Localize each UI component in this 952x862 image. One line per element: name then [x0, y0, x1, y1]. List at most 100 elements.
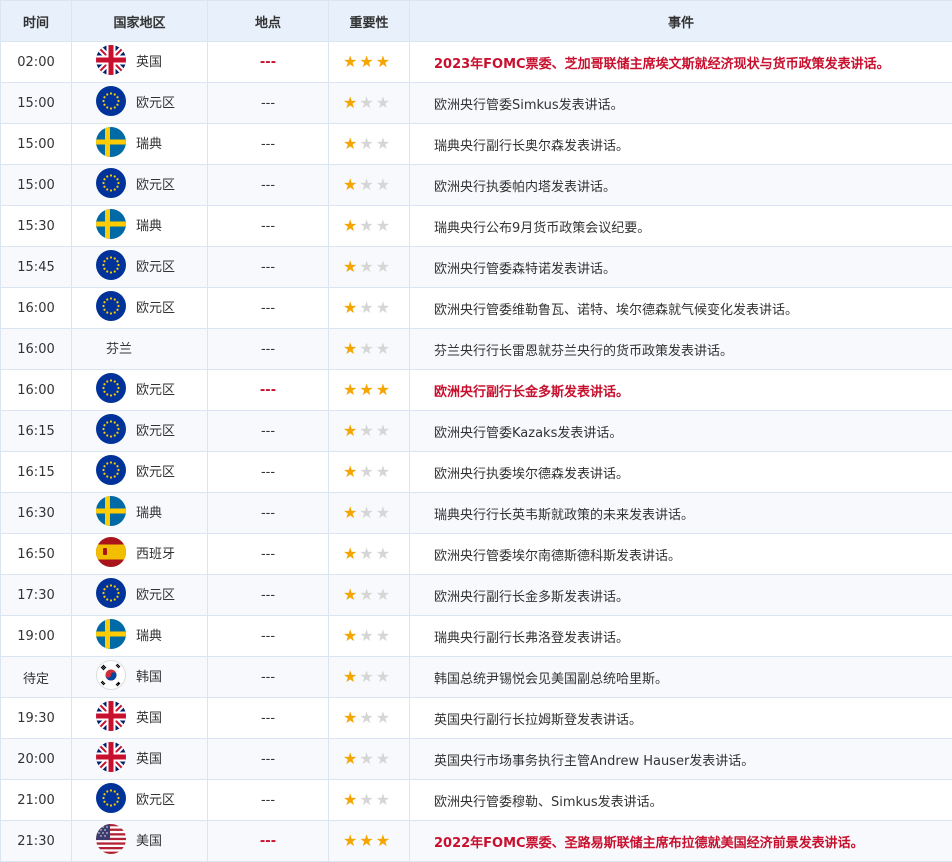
country-name: 瑞典 — [136, 628, 163, 644]
star-empty-icon: ★ — [375, 543, 391, 563]
event-cell: 欧洲央行管委穆勒、Simkus发表讲话。 — [409, 779, 952, 821]
star-empty-icon: ★ — [359, 215, 374, 235]
star-empty-icon: ★ — [375, 133, 391, 153]
country-cell: 欧元区 — [71, 287, 208, 329]
star-filled-icon: ★ — [343, 789, 358, 809]
star-empty-icon: ★ — [375, 584, 391, 604]
star-filled-icon: ★ — [343, 379, 358, 399]
importance-stars: ★ ★ ★ — [328, 533, 410, 575]
country-cell: 欧元区 — [71, 451, 208, 493]
importance-stars: ★ ★ ★ — [328, 697, 410, 739]
star-empty-icon: ★ — [359, 748, 374, 768]
star-empty-icon: ★ — [359, 420, 374, 440]
country-name: 欧元区 — [136, 587, 176, 603]
table-row: 15:00 欧元区 --- ★ ★ ★ 欧洲央行管委Simkus发表讲话。 — [0, 82, 952, 124]
star-empty-icon: ★ — [359, 789, 374, 809]
star-empty-icon: ★ — [375, 215, 391, 235]
location-cell: --- — [207, 533, 329, 575]
korea-flag-icon — [96, 660, 126, 690]
eu-flag-icon — [96, 250, 126, 280]
table-row: 21:00 欧元区 --- ★ ★ ★ 欧洲央行管委穆勒、Simkus发表讲话。 — [0, 779, 952, 821]
importance-stars: ★ ★ ★ — [328, 820, 410, 862]
country-cell: 英国 — [71, 41, 208, 83]
star-filled-icon: ★ — [375, 830, 391, 850]
country-name: 欧元区 — [136, 792, 176, 808]
table-row: 16:00 芬兰 --- ★ ★ ★ 芬兰央行行长雷恩就芬兰央行的货币政策发表讲话。 — [0, 328, 952, 370]
importance-stars: ★ ★ ★ — [328, 369, 410, 411]
event-cell: 欧洲央行管委维勒鲁瓦、诺特、埃尔德森就气候变化发表讲话。 — [409, 287, 952, 329]
event-cell: 英国央行市场事务执行主管Andrew Hauser发表讲话。 — [409, 738, 952, 780]
location-cell: --- — [207, 205, 329, 247]
country-cell: 瑞典 — [71, 492, 208, 534]
time-cell: 15:30 — [0, 205, 72, 247]
star-filled-icon: ★ — [343, 666, 358, 686]
country-name: 韩国 — [136, 669, 163, 685]
country-cell: 美国 — [71, 820, 208, 862]
star-filled-icon: ★ — [343, 133, 358, 153]
eu-flag-icon — [96, 168, 126, 198]
sweden-flag-icon — [96, 209, 126, 239]
event-cell: 瑞典央行副行长奥尔森发表讲话。 — [409, 123, 952, 165]
col-header-location: 地点 — [207, 0, 329, 42]
star-filled-icon: ★ — [343, 830, 358, 850]
star-filled-icon: ★ — [343, 461, 358, 481]
event-cell: 欧洲央行管委埃尔南德斯德科斯发表讲话。 — [409, 533, 952, 575]
importance-stars: ★ ★ ★ — [328, 287, 410, 329]
country-cell: 欧元区 — [71, 369, 208, 411]
star-empty-icon: ★ — [359, 543, 374, 563]
location-cell: --- — [207, 164, 329, 206]
star-filled-icon: ★ — [343, 543, 358, 563]
table-row: 20:00 英国 --- ★ ★ ★ 英国央行市场事务执行主管Andrew Hauser发表… — [0, 738, 952, 780]
time-cell: 15:00 — [0, 82, 72, 124]
table-row: 16:30 瑞典 --- ★ ★ ★ 瑞典央行行长英韦斯就政策的未来发表讲话。 — [0, 492, 952, 534]
star-filled-icon: ★ — [343, 338, 358, 358]
country-cell: 欧元区 — [71, 410, 208, 452]
star-filled-icon: ★ — [343, 707, 358, 727]
country-cell: 瑞典 — [71, 123, 208, 165]
country-name: 瑞典 — [136, 218, 163, 234]
location-cell: --- — [207, 451, 329, 493]
importance-stars: ★ ★ ★ — [328, 123, 410, 165]
country-cell: 英国 — [71, 738, 208, 780]
table-row: 16:50 西班牙 --- ★ ★ ★ 欧洲央行管委埃尔南德斯德科斯发表讲话。 — [0, 533, 952, 575]
star-empty-icon: ★ — [359, 707, 374, 727]
importance-stars: ★ ★ ★ — [328, 41, 410, 83]
event-cell: 欧洲央行管委Kazaks发表讲话。 — [409, 410, 952, 452]
country-cell: 瑞典 — [71, 615, 208, 657]
time-cell: 17:30 — [0, 574, 72, 616]
location-cell: --- — [207, 738, 329, 780]
star-empty-icon: ★ — [359, 666, 374, 686]
star-empty-icon: ★ — [359, 133, 374, 153]
location-cell: --- — [207, 779, 329, 821]
country-cell: 欧元区 — [71, 164, 208, 206]
country-name: 欧元区 — [136, 423, 176, 439]
event-cell: 欧洲央行副行长金多斯发表讲话。 — [409, 574, 952, 616]
eu-flag-icon — [96, 373, 126, 403]
country-name: 欧元区 — [136, 464, 176, 480]
table-row: 17:30 欧元区 --- ★ ★ ★ 欧洲央行副行长金多斯发表讲话。 — [0, 574, 952, 616]
country-name: 欧元区 — [136, 382, 176, 398]
country-name: 欧元区 — [136, 300, 176, 316]
event-cell: 韩国总统尹锡悦会见美国副总统哈里斯。 — [409, 656, 952, 698]
star-filled-icon: ★ — [343, 297, 358, 317]
star-filled-icon: ★ — [343, 92, 358, 112]
table-row: 15:45 欧元区 --- ★ ★ ★ 欧洲央行管委森特诺发表讲话。 — [0, 246, 952, 288]
location-cell: --- — [207, 328, 329, 370]
time-cell: 21:00 — [0, 779, 72, 821]
event-cell: 欧洲央行管委森特诺发表讲话。 — [409, 246, 952, 288]
importance-stars: ★ ★ ★ — [328, 738, 410, 780]
event-cell: 2023年FOMC票委、芝加哥联储主席埃文斯就经济现状与货币政策发表讲话。 — [409, 41, 952, 83]
star-filled-icon: ★ — [343, 420, 358, 440]
table-row: 16:15 欧元区 --- ★ ★ ★ 欧洲央行管委Kazaks发表讲话。 — [0, 410, 952, 452]
table-row: 待定 韩国 --- ★ ★ ★ 韩国总统尹锡悦会见美国副总统哈里斯。 — [0, 656, 952, 698]
location-cell: --- — [207, 492, 329, 534]
event-cell: 欧洲央行执委帕内塔发表讲话。 — [409, 164, 952, 206]
event-cell: 芬兰央行行长雷恩就芬兰央行的货币政策发表讲话。 — [409, 328, 952, 370]
country-name: 英国 — [136, 751, 163, 767]
table-row: 15:30 瑞典 --- ★ ★ ★ 瑞典央行公布9月货币政策会议纪要。 — [0, 205, 952, 247]
time-cell: 16:15 — [0, 410, 72, 452]
eu-flag-icon — [96, 783, 126, 813]
col-header-importance: 重要性 — [328, 0, 410, 42]
sweden-flag-icon — [96, 619, 126, 649]
importance-stars: ★ ★ ★ — [328, 615, 410, 657]
